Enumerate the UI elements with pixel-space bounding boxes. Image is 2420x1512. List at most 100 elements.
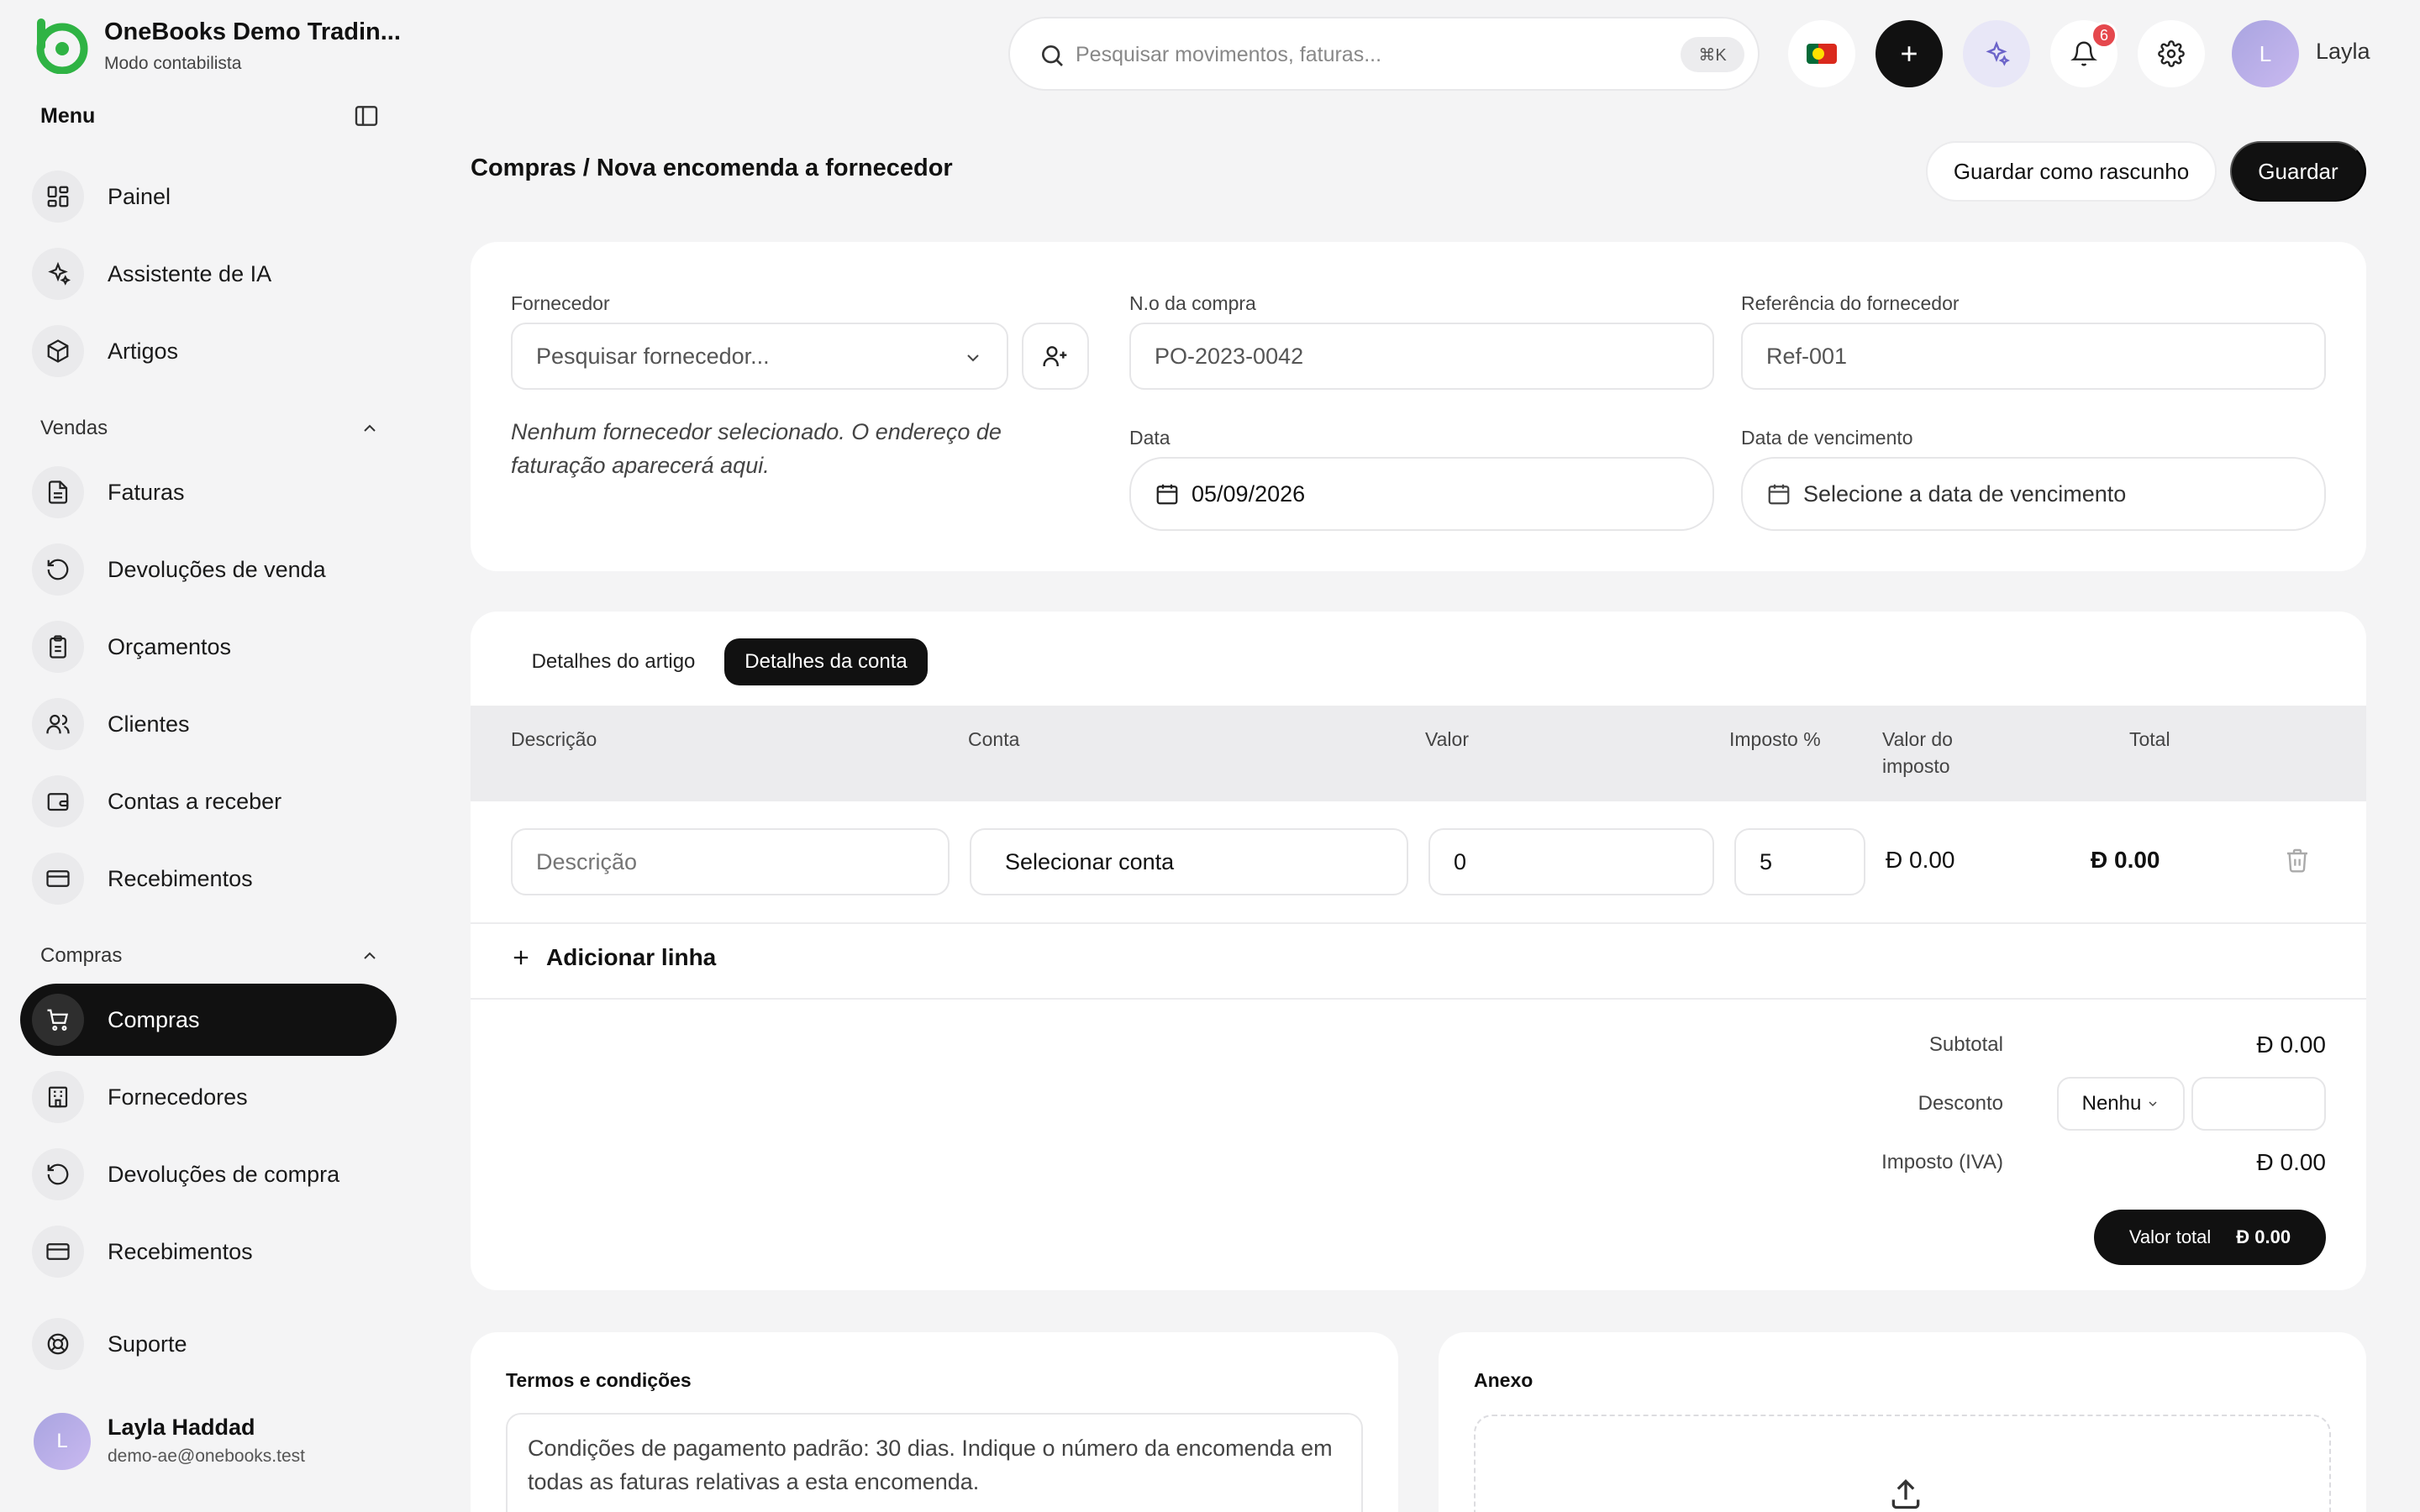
notification-badge: 6 (2091, 22, 2118, 49)
add-supplier-button[interactable] (1022, 323, 1089, 390)
wallet-icon (32, 775, 84, 827)
section-compras[interactable]: Compras (40, 944, 122, 968)
sidebar-item-devolucoes-compra[interactable]: Devoluções de compra (20, 1138, 397, 1210)
calendar-icon (1766, 481, 1791, 507)
sidebar-item-artigos[interactable]: Artigos (20, 315, 397, 387)
gear-icon (2158, 40, 2185, 67)
discount-input[interactable] (2191, 1077, 2326, 1131)
chevron-down-icon (963, 348, 983, 368)
save-button[interactable]: Guardar (2230, 141, 2366, 202)
search-input[interactable] (1076, 35, 1613, 74)
sidebar-item-faturas[interactable]: Faturas (20, 456, 397, 528)
line-description-input[interactable] (511, 828, 950, 895)
sidebar-item-label: Faturas (108, 480, 185, 505)
supplier-label: Fornecedor (511, 292, 610, 314)
column-header-total: Total (2129, 728, 2170, 750)
save-draft-button[interactable]: Guardar como rascunho (1926, 141, 2217, 202)
language-button[interactable] (1788, 20, 1855, 87)
table-header (471, 706, 2366, 801)
line-account-select[interactable]: Selecionar conta (970, 828, 1408, 895)
discount-type-select[interactable]: Nenhu (2057, 1077, 2185, 1131)
line-tax-percent-input[interactable]: 5 (1734, 828, 1865, 895)
file-dropzone[interactable] (1474, 1415, 2331, 1512)
shopping-cart-icon (32, 994, 84, 1046)
credit-card-icon (32, 1226, 84, 1278)
add-line-button[interactable]: Adicionar linha (509, 944, 716, 971)
row-divider (471, 998, 2366, 1000)
date-value: 05/09/2026 (1192, 480, 1306, 507)
ai-assistant-button[interactable] (1963, 20, 2030, 87)
total-label: Valor total (2128, 1226, 2212, 1247)
sidebar-item-label: Devoluções de compra (108, 1162, 340, 1187)
supplier-reference-label: Referência do fornecedor (1741, 292, 1960, 314)
po-number-label: N.o da compra (1129, 292, 1256, 314)
date-label: Data (1129, 427, 1171, 449)
clipboard-icon (32, 621, 84, 673)
total-value: Đ 0.00 (2236, 1226, 2291, 1247)
credit-card-icon (32, 853, 84, 905)
column-header-description: Descrição (511, 728, 597, 750)
sidebar-item-compras[interactable]: Compras (20, 984, 397, 1056)
settings-button[interactable] (2138, 20, 2205, 87)
sidebar-item-clientes[interactable]: Clientes (20, 688, 397, 760)
sidebar-item-label: Clientes (108, 711, 190, 737)
supplier-select[interactable]: Pesquisar fornecedor... (511, 323, 1008, 390)
sidebar-item-orcamentos[interactable]: Orçamentos (20, 611, 397, 683)
create-button[interactable] (1876, 20, 1943, 87)
sidebar-item-contas-receber[interactable]: Contas a receber (20, 765, 397, 837)
terms-title: Termos e condições (506, 1369, 692, 1391)
supplier-reference-input[interactable]: Ref-001 (1741, 323, 2326, 390)
notifications-button[interactable]: 6 (2050, 20, 2118, 87)
discount-type-value: Nenhu (2081, 1092, 2142, 1115)
tax-label: Imposto (IVA) (1881, 1151, 2003, 1173)
sidebar-item-assistente-ia[interactable]: Assistente de IA (20, 238, 397, 310)
box-icon (32, 325, 84, 377)
due-date-picker[interactable]: Selecione a data de vencimento (1741, 457, 2326, 531)
sparkles-icon (32, 248, 84, 300)
supplier-address-note: Nenhum fornecedor selecionado. O endereç… (511, 419, 1002, 478)
brand-mode: Modo contabilista (104, 54, 242, 73)
shortcut-hint: ⌘K (1681, 37, 1744, 72)
user-avatar[interactable]: L (2232, 20, 2299, 87)
file-text-icon (32, 466, 84, 518)
chevron-up-icon[interactable] (360, 418, 380, 438)
avatar[interactable]: L (34, 1413, 91, 1470)
row-divider (471, 922, 2366, 924)
tab-item-details[interactable]: Detalhes do artigo (514, 638, 713, 685)
tab-account-details[interactable]: Detalhes da conta (724, 638, 928, 685)
sidebar-item-label: Assistente de IA (108, 261, 272, 286)
sidebar-item-label: Fornecedores (108, 1084, 248, 1110)
sidebar-item-label: Painel (108, 184, 171, 209)
users-icon (32, 698, 84, 750)
sidebar-item-suporte[interactable]: Suporte (20, 1308, 397, 1380)
sidebar-item-devolucoes-venda[interactable]: Devoluções de venda (20, 533, 397, 606)
dashboard-icon (32, 171, 84, 223)
sidebar-item-recebimentos-compras[interactable]: Recebimentos (20, 1215, 397, 1288)
rotate-ccw-icon (32, 543, 84, 596)
user-plus-icon (1042, 343, 1069, 370)
building-icon (32, 1071, 84, 1123)
terms-textarea[interactable]: Condições de pagamento padrão: 30 dias. … (506, 1413, 1363, 1512)
brand-logo[interactable] (32, 17, 89, 74)
subtotal-label: Subtotal (1928, 1033, 2003, 1056)
search-bar[interactable]: ⌘K (1008, 17, 1760, 91)
sidebar-item-recebimentos-vendas[interactable]: Recebimentos (20, 843, 397, 915)
sidebar-toggle-icon[interactable] (353, 102, 380, 129)
date-picker[interactable]: 05/09/2026 (1129, 457, 1714, 531)
po-number-input[interactable]: PO-2023-0042 (1129, 323, 1714, 390)
sidebar-item-painel[interactable]: Painel (20, 160, 397, 233)
menu-title: Menu (40, 104, 96, 128)
sidebar-item-fornecedores[interactable]: Fornecedores (20, 1061, 397, 1133)
upload-icon (1887, 1475, 1924, 1512)
trash-icon[interactable] (2284, 847, 2311, 874)
bell-icon (2070, 40, 2097, 67)
subtotal-value: Đ 0.00 (2256, 1032, 2327, 1058)
sidebar-item-label: Contas a receber (108, 789, 282, 814)
line-value-input[interactable]: 0 (1428, 828, 1714, 895)
due-date-placeholder: Selecione a data de vencimento (1803, 480, 2127, 507)
plus-icon (1897, 41, 1922, 66)
section-vendas[interactable]: Vendas (40, 417, 108, 440)
user-name-top[interactable]: Layla (2316, 39, 2370, 65)
chevron-up-icon[interactable] (360, 946, 380, 966)
supplier-select-value: Pesquisar fornecedor... (536, 343, 770, 369)
